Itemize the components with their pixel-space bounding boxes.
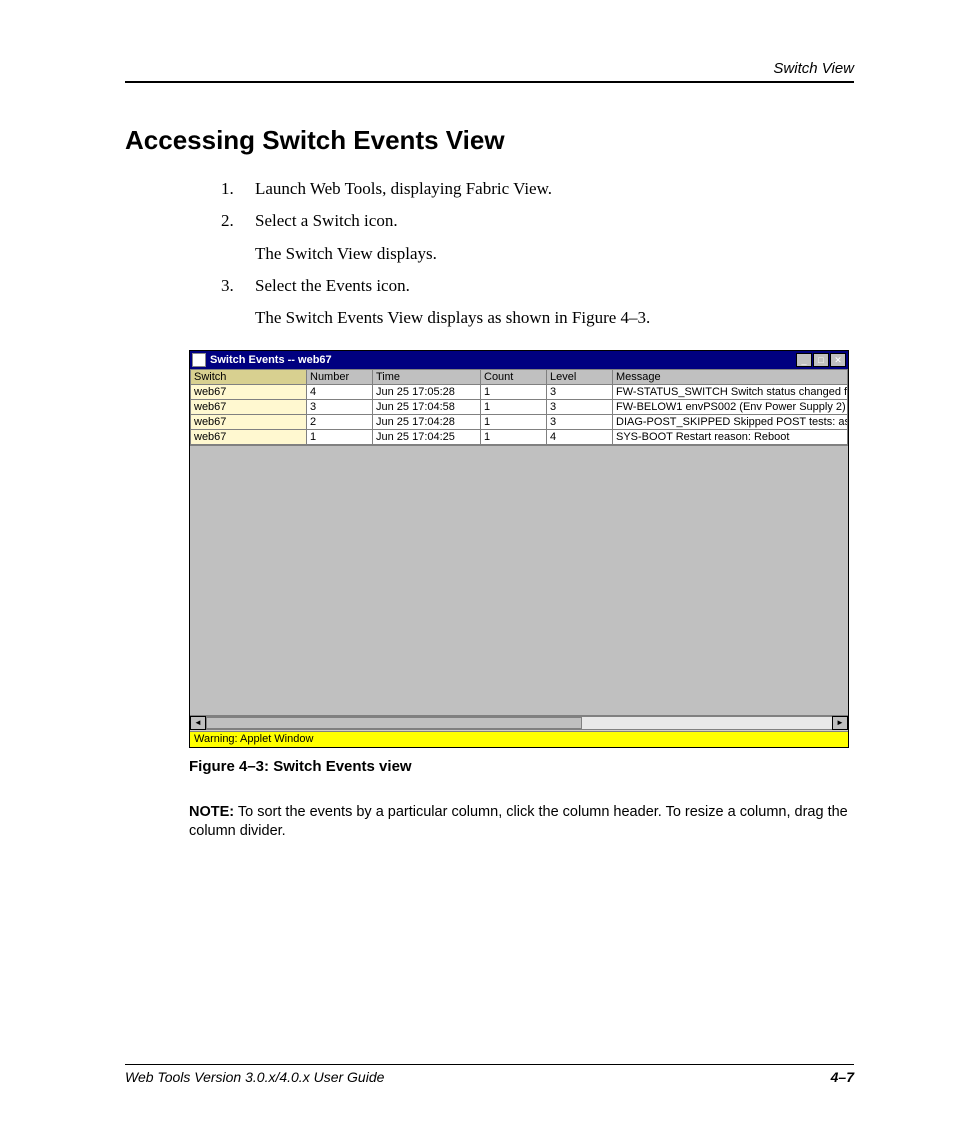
cell-level: 4 (547, 429, 613, 444)
step-result: The Switch View displays. (255, 241, 854, 267)
cell-time: Jun 25 17:04:25 (373, 429, 481, 444)
cell-level: 3 (547, 399, 613, 414)
step-text: Select the Events icon. (255, 273, 410, 299)
scroll-thumb[interactable] (206, 717, 582, 729)
cell-number: 3 (307, 399, 373, 414)
note-label: NOTE: (189, 804, 234, 820)
step-result: The Switch Events View displays as shown… (255, 305, 854, 331)
page-footer: Web Tools Version 3.0.x/4.0.x User Guide… (125, 1064, 854, 1085)
header-rule (125, 81, 854, 83)
table-header-row: Switch Number Time Count Level Message (191, 369, 848, 384)
step: 1. Launch Web Tools, displaying Fabric V… (221, 176, 854, 202)
step: 3. Select the Events icon. (221, 273, 854, 299)
cell-time: Jun 25 17:05:28 (373, 384, 481, 399)
step-number: 3. (221, 273, 241, 299)
cell-message: FW-BELOW1 envPS002 (Env Power Supply 2) … (613, 399, 848, 414)
cell-count: 1 (481, 429, 547, 444)
col-header-count[interactable]: Count (481, 369, 547, 384)
cell-number: 4 (307, 384, 373, 399)
table-row[interactable]: web67 2 Jun 25 17:04:28 1 3 DIAG-POST_SK… (191, 414, 848, 429)
step-number: 2. (221, 208, 241, 234)
scroll-right-button[interactable]: ► (832, 716, 848, 730)
table-row[interactable]: web67 4 Jun 25 17:05:28 1 3 FW-STATUS_SW… (191, 384, 848, 399)
col-header-message[interactable]: Message (613, 369, 848, 384)
running-header: Switch View (125, 60, 854, 77)
table-row[interactable]: web67 1 Jun 25 17:04:25 1 4 SYS-BOOT Res… (191, 429, 848, 444)
system-menu-icon[interactable] (192, 353, 206, 367)
cell-switch: web67 (191, 414, 307, 429)
cell-count: 1 (481, 399, 547, 414)
window-title: Switch Events -- web67 (210, 354, 796, 366)
cell-switch: web67 (191, 429, 307, 444)
minimize-button[interactable]: _ (796, 353, 812, 367)
horizontal-scrollbar[interactable]: ◄ ► (190, 715, 848, 731)
cell-message: SYS-BOOT Restart reason: Reboot (613, 429, 848, 444)
section-heading: Accessing Switch Events View (125, 125, 854, 156)
maximize-button[interactable]: □ (813, 353, 829, 367)
cell-count: 1 (481, 384, 547, 399)
cell-switch: web67 (191, 399, 307, 414)
scroll-left-button[interactable]: ◄ (190, 716, 206, 730)
footer-doc-title: Web Tools Version 3.0.x/4.0.x User Guide (125, 1069, 384, 1085)
procedure-steps: 1. Launch Web Tools, displaying Fabric V… (221, 176, 854, 332)
note-paragraph: NOTE: To sort the events by a particular… (189, 803, 854, 842)
close-button[interactable]: ✕ (830, 353, 846, 367)
cell-message: DIAG-POST_SKIPPED Skipped POST tests: as (613, 414, 848, 429)
footer-page-number: 4–7 (831, 1069, 854, 1085)
window-titlebar[interactable]: Switch Events -- web67 _ □ ✕ (190, 351, 848, 369)
step-number: 1. (221, 176, 241, 202)
events-table: Switch Number Time Count Level Message w… (190, 369, 848, 445)
figure-caption: Figure 4–3: Switch Events view (189, 758, 854, 775)
col-header-level[interactable]: Level (547, 369, 613, 384)
col-header-number[interactable]: Number (307, 369, 373, 384)
step-text: Launch Web Tools, displaying Fabric View… (255, 176, 552, 202)
cell-switch: web67 (191, 384, 307, 399)
cell-level: 3 (547, 414, 613, 429)
footer-rule (125, 1064, 854, 1065)
applet-warning-bar: Warning: Applet Window (190, 731, 848, 747)
cell-time: Jun 25 17:04:28 (373, 414, 481, 429)
switch-events-window: Switch Events -- web67 _ □ ✕ Switch Numb… (189, 350, 849, 748)
cell-time: Jun 25 17:04:58 (373, 399, 481, 414)
cell-number: 1 (307, 429, 373, 444)
table-row[interactable]: web67 3 Jun 25 17:04:58 1 3 FW-BELOW1 en… (191, 399, 848, 414)
cell-message: FW-STATUS_SWITCH Switch status changed f (613, 384, 848, 399)
table-empty-area (190, 445, 848, 715)
cell-level: 3 (547, 384, 613, 399)
step: 2. Select a Switch icon. (221, 208, 854, 234)
col-header-time[interactable]: Time (373, 369, 481, 384)
figure-window: Switch Events -- web67 _ □ ✕ Switch Numb… (189, 350, 854, 748)
col-header-switch[interactable]: Switch (191, 369, 307, 384)
note-text: To sort the events by a particular colum… (189, 804, 848, 840)
cell-number: 2 (307, 414, 373, 429)
scroll-track[interactable] (206, 716, 832, 730)
step-text: Select a Switch icon. (255, 208, 398, 234)
cell-count: 1 (481, 414, 547, 429)
